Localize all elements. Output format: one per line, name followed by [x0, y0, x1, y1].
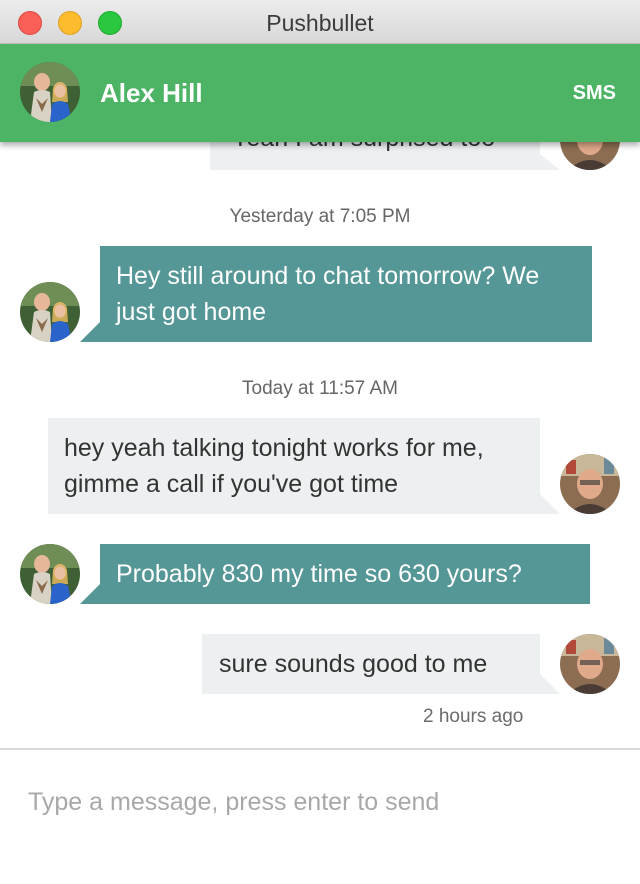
message-text: Hey still around to chat tomorrow? We ju… [116, 262, 540, 326]
contact-name: Alex Hill [100, 78, 203, 108]
message-input[interactable] [28, 784, 608, 820]
message-text: sure sounds good to me [219, 650, 488, 678]
message-text: Probably 830 my time so 630 yours? [116, 560, 522, 588]
contact-avatar [20, 282, 80, 342]
message-bubble-outgoing: Yeah I am surprised too [210, 142, 540, 170]
sms-mode-label[interactable]: SMS [573, 82, 616, 105]
conversation-header: Alex Hill SMS [0, 44, 640, 142]
window-titlebar: Pushbullet [0, 0, 640, 44]
bubble-tail [540, 154, 560, 170]
contact-avatar[interactable] [20, 62, 80, 122]
message-timestamp: Yesterday at 7:05 PM [229, 206, 411, 227]
contact-avatar [20, 544, 80, 604]
bubble-tail [80, 322, 100, 342]
my-avatar [560, 634, 620, 694]
message-list[interactable]: Yeah I am surprised too Yesterday at 7:0… [0, 142, 640, 748]
bubble-tail [540, 494, 560, 514]
message-timestamp: Today at 11:57 AM [242, 378, 398, 399]
message-bubble-outgoing: sure sounds good to me [202, 634, 540, 694]
message-bubble-incoming: Probably 830 my time so 630 yours? [100, 544, 590, 604]
my-avatar [560, 454, 620, 514]
bubble-tail [80, 584, 100, 604]
message-composer [0, 748, 640, 884]
window-title: Pushbullet [266, 10, 374, 36]
message-time-ago: 2 hours ago [423, 706, 524, 727]
bubble-tail [540, 674, 560, 694]
message-bubble-incoming: Hey still around to chat tomorrow? We ju… [100, 246, 592, 342]
message-text: hey yeah talking tonight works for me, g… [64, 434, 484, 498]
message-bubble-outgoing: hey yeah talking tonight works for me, g… [48, 418, 540, 514]
message-text: Yeah I am surprised too [232, 142, 495, 152]
my-avatar [560, 142, 620, 170]
